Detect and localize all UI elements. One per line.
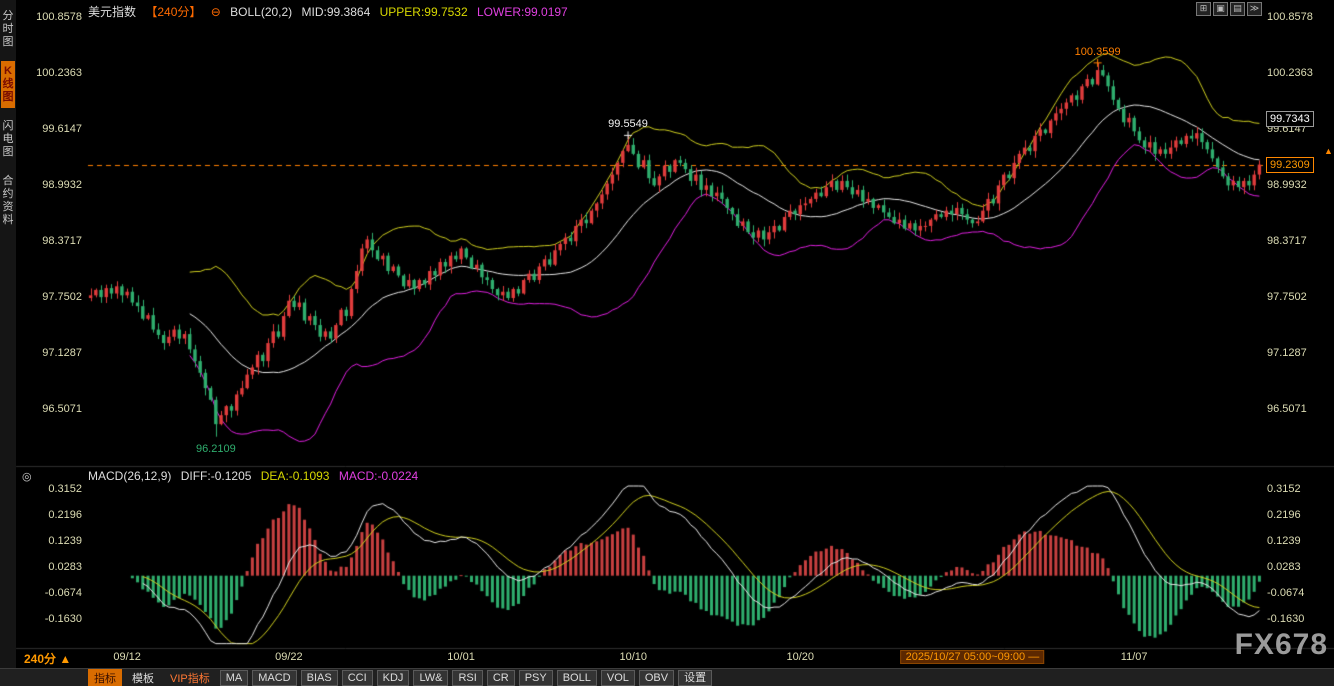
indicator-button-cr[interactable]: CR — [487, 670, 515, 686]
indicator-button-cci[interactable]: CCI — [342, 670, 373, 686]
indicator-button-ma[interactable]: MA — [220, 670, 249, 686]
macd-axis-label-left: -0.0674 — [16, 587, 82, 599]
price-axis-label-right: 97.7502 — [1267, 291, 1333, 303]
indicator-button-boll[interactable]: BOLL — [557, 670, 597, 686]
price-axis-label-right: 100.8578 — [1267, 11, 1333, 23]
macd-dea-value: DEA:-0.1093 — [261, 469, 330, 483]
x-axis-label: 11/07 — [1121, 651, 1148, 663]
period-up-icon: ▲ — [59, 652, 71, 666]
price-axis-label-left: 99.6147 — [16, 123, 82, 135]
price-axis-label-left: 98.3717 — [16, 235, 82, 247]
price-axis-label-left: 98.9932 — [16, 179, 82, 191]
macd-axis-label-right: 0.1239 — [1267, 535, 1333, 547]
indicator-button-macd[interactable]: MACD — [252, 670, 296, 686]
maximize-icon[interactable]: ▣ — [1213, 2, 1228, 16]
boll-mid-value: MID:99.3864 — [302, 5, 371, 19]
boll-label: BOLL(20,2) — [230, 5, 292, 19]
watermark: FX678 — [1235, 628, 1328, 662]
indicator-button-psy[interactable]: PSY — [519, 670, 553, 686]
sidebar-tab-time-chart[interactable]: 分时图 — [1, 6, 15, 53]
macd-axis-label-left: 0.3152 — [16, 483, 82, 495]
tab-vip-indicators[interactable]: VIP指标 — [164, 669, 216, 686]
period-badge: 【240分】 — [145, 5, 201, 19]
macd-axis-label-right: 0.3152 — [1267, 483, 1333, 495]
price-axis-label-right: 98.9932 — [1267, 179, 1333, 191]
macd-axis-label-left: 0.0283 — [16, 561, 82, 573]
price-axis-label-left: 96.5071 — [16, 403, 82, 415]
axis-tag-upper-band: 99.7343 — [1266, 111, 1314, 127]
x-axis-label: 10/10 — [619, 651, 647, 663]
macd-panel-icon[interactable]: ◎ — [22, 470, 32, 483]
macd-axis-label-right: 0.2196 — [1267, 509, 1333, 521]
price-axis-label-right: 97.1287 — [1267, 347, 1333, 359]
bottom-toolbar: 指标模板VIP指标MAMACD BIASCCIKDJLW&RSI CRPSYBOLL… — [0, 668, 1334, 686]
macd-name: MACD(26,12,9) — [88, 469, 171, 483]
x-axis-label: 09/12 — [113, 651, 141, 663]
price-axis-label-left: 100.2363 — [16, 67, 82, 79]
period-selector[interactable]: 240分 ▲ — [24, 650, 71, 667]
tab-indicators[interactable]: 指标 — [88, 669, 122, 686]
tab-templates[interactable]: 模板 — [126, 669, 160, 686]
price-up-arrow-icon: ▲ — [1324, 146, 1333, 156]
price-axis-label-right: 96.5071 — [1267, 403, 1333, 415]
symbol-name: 美元指数 — [88, 5, 136, 19]
settings-button[interactable]: 设置 — [678, 670, 712, 686]
x-axis-label: 10/20 — [786, 651, 814, 663]
collapse-icon[interactable]: ⊖ — [211, 5, 221, 19]
crosshair-date-label: 2025/10/27 05:00~09:00 — — [901, 650, 1045, 664]
cascade-windows-icon[interactable]: ▤ — [1230, 2, 1245, 16]
sidebar-tab-flash-chart[interactable]: 闪电图 — [1, 116, 15, 163]
current-price-tag: 99.2309 — [1266, 157, 1314, 173]
tile-windows-icon[interactable]: ⊞ — [1196, 2, 1211, 16]
peak-annotation-1: 99.5549 — [608, 118, 648, 130]
price-axis-label-left: 97.7502 — [16, 291, 82, 303]
macd-axis-label-left: 0.1239 — [16, 535, 82, 547]
peak-annotation-2: 100.3599 — [1075, 46, 1121, 58]
x-axis-label: 10/01 — [447, 651, 475, 663]
price-axis-label-left: 97.1287 — [16, 347, 82, 359]
collapse-panel-icon[interactable]: ≫ — [1247, 2, 1262, 16]
sidebar-tab-kline-chart[interactable]: K线图 — [1, 61, 15, 108]
chart-header: 美元指数 【240分】 ⊖ BOLL(20,2) MID:99.3864 UPP… — [88, 3, 574, 20]
macd-header: MACD(26,12,9) DIFF:-0.1205 DEA:-0.1093 M… — [88, 469, 424, 483]
indicator-button-lw[interactable]: LW& — [413, 670, 448, 686]
macd-axis-label-right: -0.1630 — [1267, 613, 1333, 625]
low-annotation: 96.2109 — [196, 443, 236, 455]
period-text: 240分 — [24, 652, 56, 666]
indicator-button-rsi[interactable]: RSI — [452, 670, 482, 686]
price-axis-label-right: 100.2363 — [1267, 67, 1333, 79]
macd-diff-value: DIFF:-0.1205 — [181, 469, 252, 483]
boll-upper-value: UPPER:99.7532 — [380, 5, 468, 19]
chart-canvas[interactable] — [0, 0, 1334, 686]
x-axis-label: 09/22 — [275, 651, 303, 663]
indicator-button-bias[interactable]: BIAS — [301, 670, 338, 686]
macd-axis-label-left: 0.2196 — [16, 509, 82, 521]
boll-lower-value: LOWER:99.0197 — [477, 5, 568, 19]
price-axis-label-right: 98.3717 — [1267, 235, 1333, 247]
indicator-button-kdj[interactable]: KDJ — [377, 670, 410, 686]
window-controls: ⊞▣▤≫ — [1196, 2, 1262, 16]
sidebar-tab-contract-info[interactable]: 合约资料 — [1, 171, 15, 231]
sidebar: 分时图 K线图闪电图合约资料 — [0, 0, 16, 686]
macd-axis-label-left: -0.1630 — [16, 613, 82, 625]
macd-macd-value: MACD:-0.0224 — [339, 469, 418, 483]
macd-axis-label-right: 0.0283 — [1267, 561, 1333, 573]
indicator-button-obv[interactable]: OBV — [639, 670, 674, 686]
macd-axis-label-right: -0.0674 — [1267, 587, 1333, 599]
app: 分时图 K线图闪电图合约资料 美元指数 【240分】 ⊖ BOLL(20,2) M… — [0, 0, 1334, 686]
price-axis-label-left: 100.8578 — [16, 11, 82, 23]
indicator-button-vol[interactable]: VOL — [601, 670, 635, 686]
